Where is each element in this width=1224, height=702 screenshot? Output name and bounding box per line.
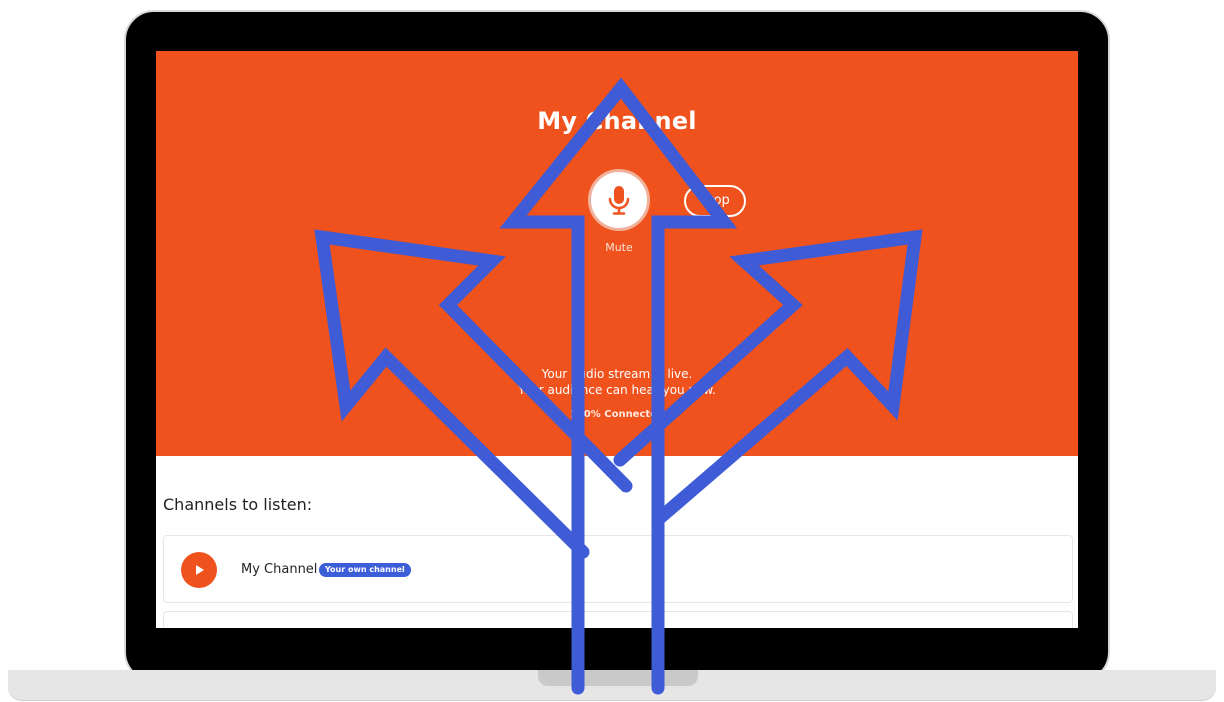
audience-status-text: Your audience can hear you now. [518, 383, 716, 397]
connection-status: 100% Connected [569, 409, 665, 420]
channel-list-item[interactable]: My Channel Your own channel [163, 535, 1073, 603]
channel-list-item[interactable] [163, 611, 1073, 628]
laptop-notch [538, 670, 698, 686]
stop-button[interactable]: Stop [684, 185, 746, 217]
broadcast-panel: My Channel Mute Stop Your audio stream i… [156, 51, 1078, 456]
channels-heading: Channels to listen: [163, 495, 313, 514]
channel-title: My Channel [537, 107, 697, 135]
own-channel-badge: Your own channel [319, 563, 411, 577]
stream-status-text: Your audio stream is live. [541, 367, 693, 381]
microphone-button[interactable] [588, 169, 650, 231]
channel-name: My Channel [241, 562, 318, 577]
play-icon [196, 565, 204, 575]
play-button[interactable] [181, 552, 217, 588]
mute-label: Mute [605, 241, 633, 254]
app-screen: My Channel Mute Stop Your audio stream i… [156, 51, 1078, 628]
microphone-icon [608, 186, 630, 215]
